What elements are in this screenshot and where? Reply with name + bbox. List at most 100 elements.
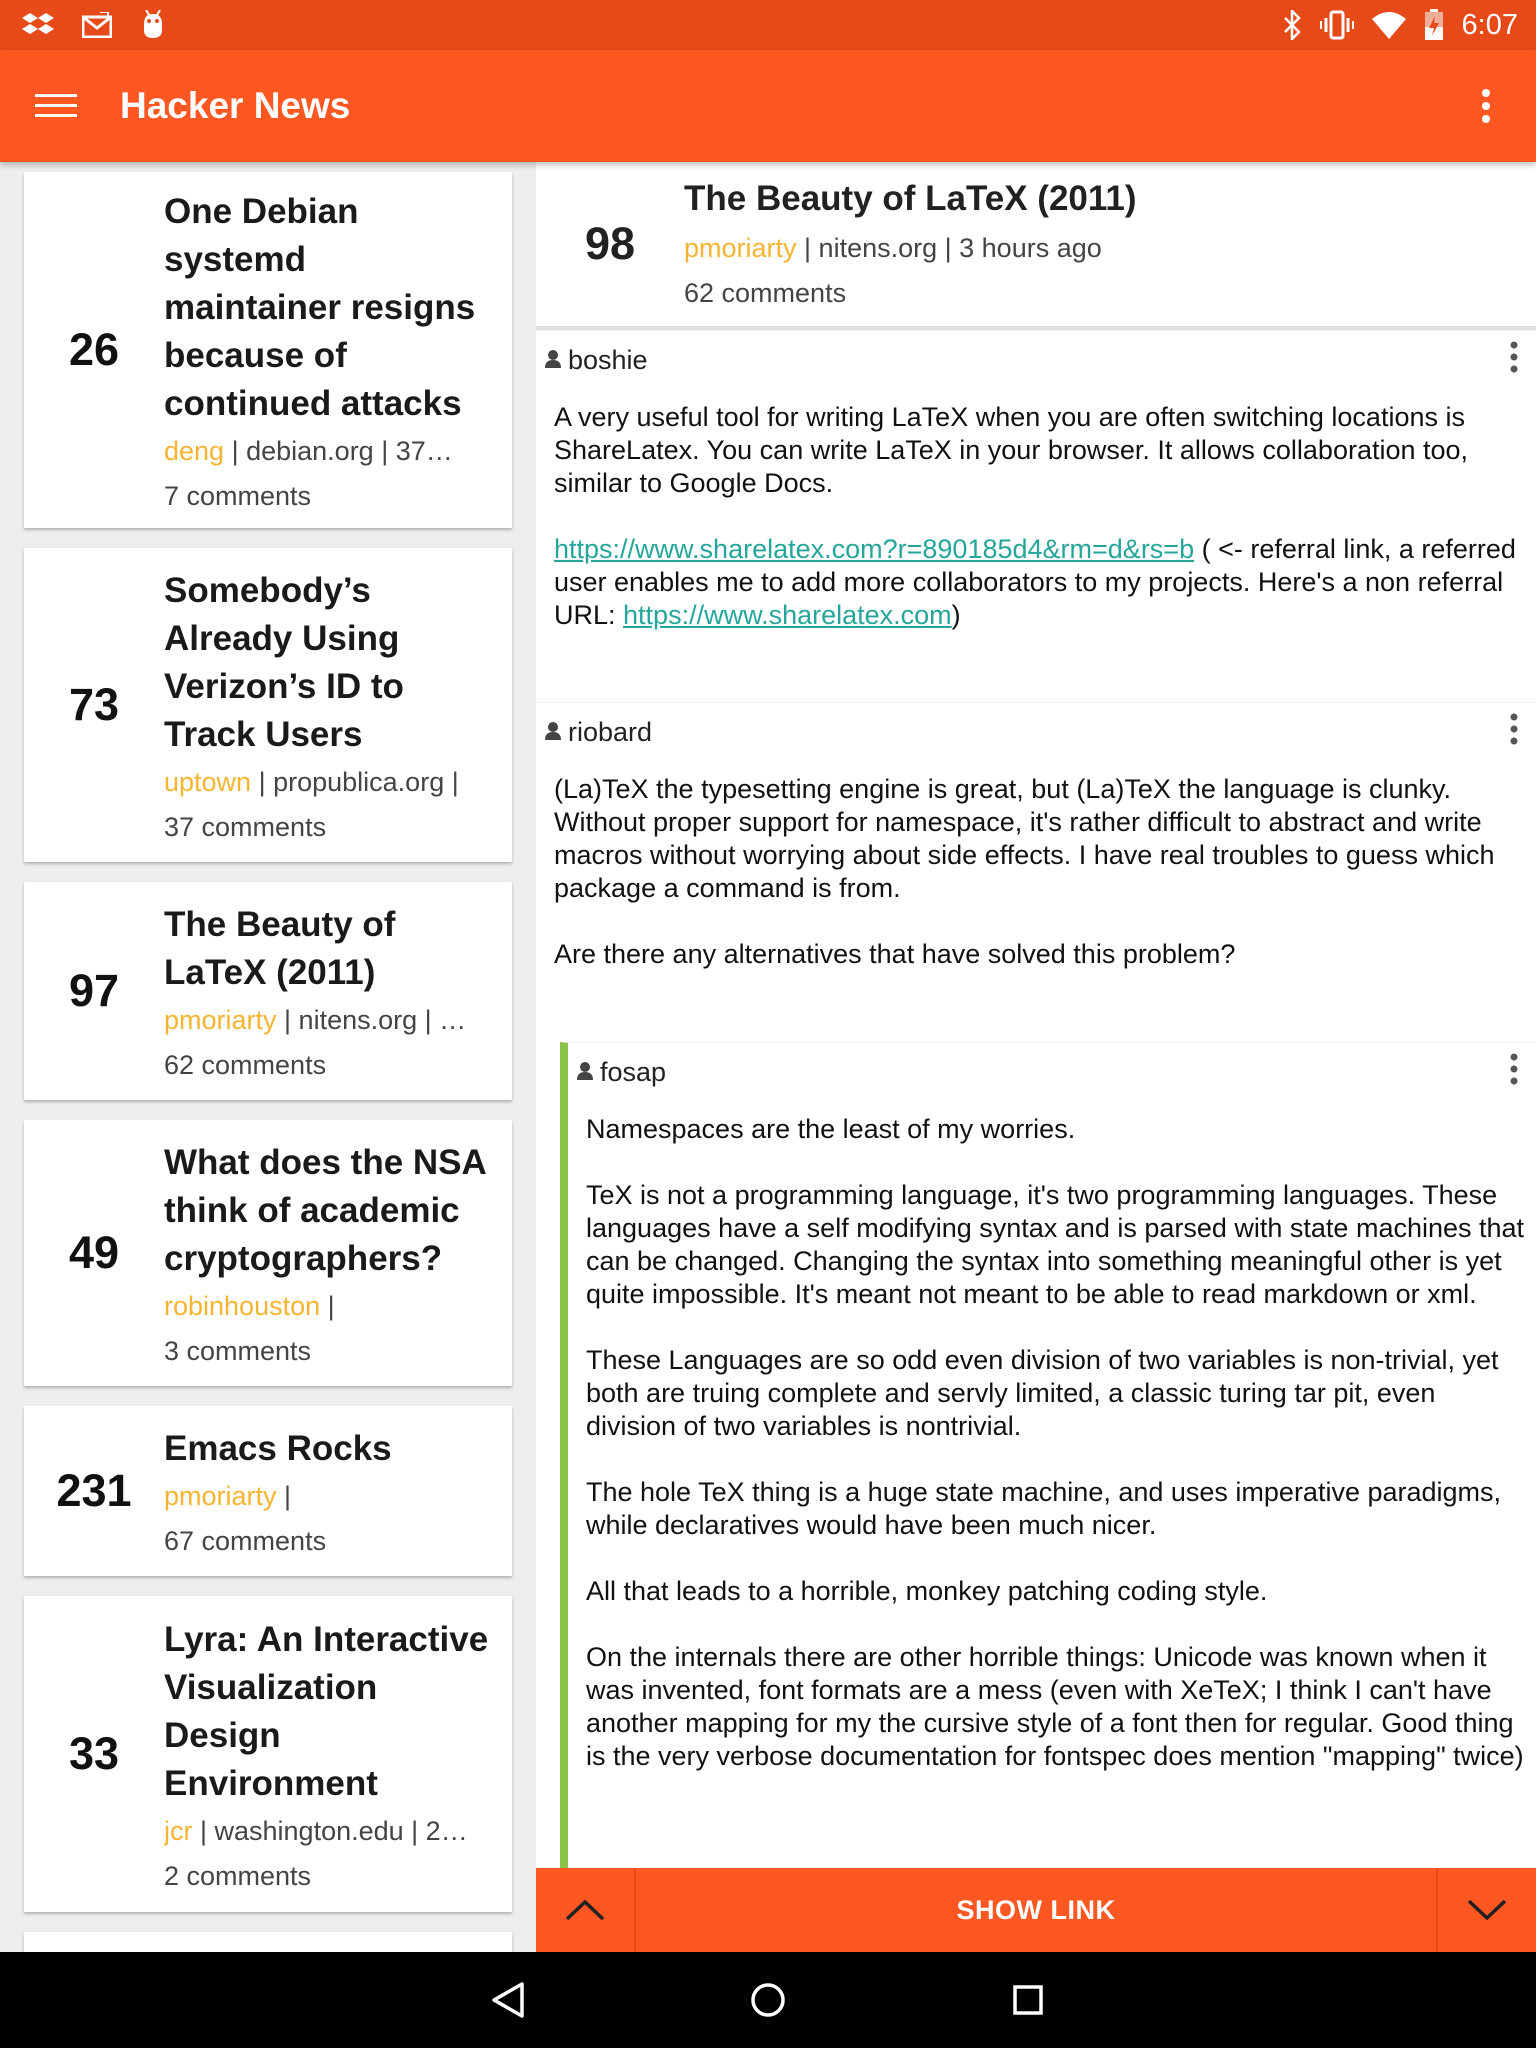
user-icon	[576, 1057, 594, 1088]
story-comments[interactable]: 67 comments	[164, 1526, 492, 1557]
app-title: Hacker News	[120, 85, 351, 126]
comment-paragraph: (La)TeX the typesetting engine is great,…	[554, 774, 1495, 903]
comment-user[interactable]: fosap	[600, 1057, 666, 1088]
story-score: 33	[68, 1728, 120, 1779]
show-link-button[interactable]: SHOW LINK	[636, 1895, 1436, 1926]
story-author[interactable]: deng	[164, 436, 224, 466]
user-icon	[544, 717, 562, 748]
story-score: 97	[68, 965, 120, 1016]
more-vert-icon[interactable]	[1436, 50, 1536, 162]
detail-title: The Beauty of LaTeX (2011)	[684, 179, 1137, 218]
chevron-down-icon[interactable]	[1436, 1868, 1536, 1952]
vibrate-icon	[1319, 10, 1354, 40]
story-title: Somebody’s Already Using Verizon’s ID to…	[164, 571, 404, 754]
story-comments[interactable]: 62 comments	[164, 1050, 492, 1081]
story-title: Lyra: An Interactive Visualization Desig…	[164, 1620, 489, 1803]
comment-paragraph: Namespaces are the least of my worries.	[586, 1114, 1076, 1144]
comment-paragraph: TeX is not a programming language, it's …	[586, 1180, 1525, 1309]
user-icon	[544, 345, 562, 376]
comment-reply: fosap Namespaces are the least of my wor…	[560, 1042, 1536, 1942]
comment-header: riobard	[536, 703, 1536, 761]
detail-score: 98	[584, 218, 636, 269]
story-meta: deng | debian.org | 37…	[164, 436, 492, 467]
home-icon[interactable]	[733, 1965, 803, 2035]
story-source: | washington.edu | 2…	[192, 1816, 468, 1846]
story-card[interactable]: 97 The Beauty of LaTeX (2011) pmoriarty …	[24, 882, 512, 1100]
comment-paragraph: The hole TeX thing is a huge state machi…	[586, 1477, 1502, 1540]
hamburger-menu-icon[interactable]	[0, 50, 112, 162]
status-bar: 6:07	[0, 0, 1536, 50]
story-score: 49	[68, 1227, 120, 1278]
detail-meta: pmoriarty | nitens.org | 3 hours ago	[684, 233, 1137, 264]
comment-paragraph: These Languages are so odd even division…	[586, 1345, 1499, 1441]
story-detail: 98 The Beauty of LaTeX (2011) pmoriarty …	[536, 162, 1536, 1952]
comment-link[interactable]: https://www.sharelatex.com	[623, 600, 952, 630]
story-meta: robinhouston |	[164, 1291, 492, 1322]
comment-body: Namespaces are the least of my worries. …	[568, 1101, 1536, 1773]
detail-header: 98 The Beauty of LaTeX (2011) pmoriarty …	[536, 162, 1536, 330]
story-source: |	[276, 1481, 292, 1511]
story-meta: jcr | washington.edu | 2…	[164, 1816, 492, 1847]
comment-paragraph: A very useful tool for writing LaTeX whe…	[554, 402, 1469, 498]
more-vert-icon[interactable]	[1510, 713, 1518, 752]
detail-author[interactable]: pmoriarty	[684, 233, 797, 263]
story-comments[interactable]: 7 comments	[164, 481, 492, 512]
story-score: 231	[56, 1465, 132, 1516]
comment-paragraph: https://www.sharelatex.com?r=890185d4&rm…	[554, 533, 1526, 632]
comment-text: )	[951, 600, 961, 630]
story-title: The Beauty of LaTeX (2011)	[164, 905, 396, 992]
story-meta: pmoriarty |	[164, 1481, 492, 1512]
comment-paragraph: On the internals there are other horribl…	[586, 1642, 1524, 1771]
story-author[interactable]: uptown	[164, 767, 251, 797]
story-author[interactable]: pmoriarty	[164, 1005, 277, 1035]
story-comments[interactable]: 2 comments	[164, 1861, 492, 1892]
detail-comments: 62 comments	[684, 278, 847, 308]
comment-header: fosap	[568, 1043, 1536, 1101]
story-source: | debian.org | 37…	[224, 436, 453, 466]
android-debug-icon	[140, 10, 166, 40]
story-card[interactable]: 33 Lyra: An Interactive Visualization De…	[24, 1596, 512, 1912]
story-author[interactable]: jcr	[164, 1816, 193, 1846]
story-meta: uptown | propublica.org |	[164, 767, 492, 798]
story-card[interactable]: 73 Somebody’s Already Using Verizon’s ID…	[24, 548, 512, 862]
comment-body: A very useful tool for writing LaTeX whe…	[536, 389, 1536, 632]
comment-user[interactable]: boshie	[568, 345, 648, 376]
comment: riobard (La)TeX the typesetting engine i…	[536, 702, 1536, 1042]
detail-source: | nitens.org | 3 hours ago	[796, 233, 1102, 263]
story-title: Emacs Rocks	[164, 1429, 392, 1468]
status-time: 6:07	[1461, 8, 1518, 41]
story-title: What does the NSA think of academic cryp…	[164, 1143, 486, 1278]
comment-body: (La)TeX the typesetting engine is great,…	[536, 761, 1536, 971]
story-title: One Debian systemd maintainer resigns be…	[164, 192, 476, 423]
recents-icon[interactable]	[993, 1965, 1063, 2035]
story-list[interactable]: 26 One Debian systemd maintainer resigns…	[0, 162, 536, 1952]
more-vert-icon[interactable]	[1510, 1053, 1518, 1092]
comment-paragraph: Are there any alternatives that have sol…	[554, 939, 1236, 969]
back-icon[interactable]	[473, 1965, 543, 2035]
story-card[interactable]: 26 One Debian systemd maintainer resigns…	[24, 172, 512, 528]
comment-header: boshie	[536, 331, 1536, 389]
comment: boshie A very useful tool for writing La…	[536, 330, 1536, 702]
gmail-icon	[82, 12, 112, 38]
story-card[interactable]: 49 What does the NSA think of academic c…	[24, 1120, 512, 1386]
comment-user[interactable]: riobard	[568, 717, 652, 748]
comment-link[interactable]: https://www.sharelatex.com?r=890185d4&rm…	[554, 534, 1194, 564]
story-comments[interactable]: 3 comments	[164, 1336, 492, 1367]
chevron-up-icon[interactable]	[536, 1868, 636, 1952]
system-nav-bar	[0, 1952, 1536, 2048]
wifi-icon	[1371, 11, 1406, 39]
app-bar: Hacker News	[0, 50, 1536, 162]
story-source: |	[320, 1291, 335, 1321]
story-meta: pmoriarty | nitens.org | …	[164, 1005, 492, 1036]
comment-paragraph: All that leads to a horrible, monkey pat…	[586, 1576, 1268, 1606]
story-score: 26	[68, 324, 120, 375]
story-card[interactable]: 231 Emacs Rocks pmoriarty | 67 comments	[24, 1406, 512, 1576]
more-vert-icon[interactable]	[1510, 341, 1518, 380]
battery-charging-icon	[1424, 9, 1444, 41]
story-comments[interactable]: 37 comments	[164, 812, 492, 843]
story-author[interactable]: robinhouston	[164, 1291, 320, 1321]
story-score: 73	[68, 679, 120, 730]
story-source: | propublica.org |	[251, 767, 459, 797]
story-card[interactable]	[24, 1932, 512, 1952]
story-author[interactable]: pmoriarty	[164, 1481, 277, 1511]
